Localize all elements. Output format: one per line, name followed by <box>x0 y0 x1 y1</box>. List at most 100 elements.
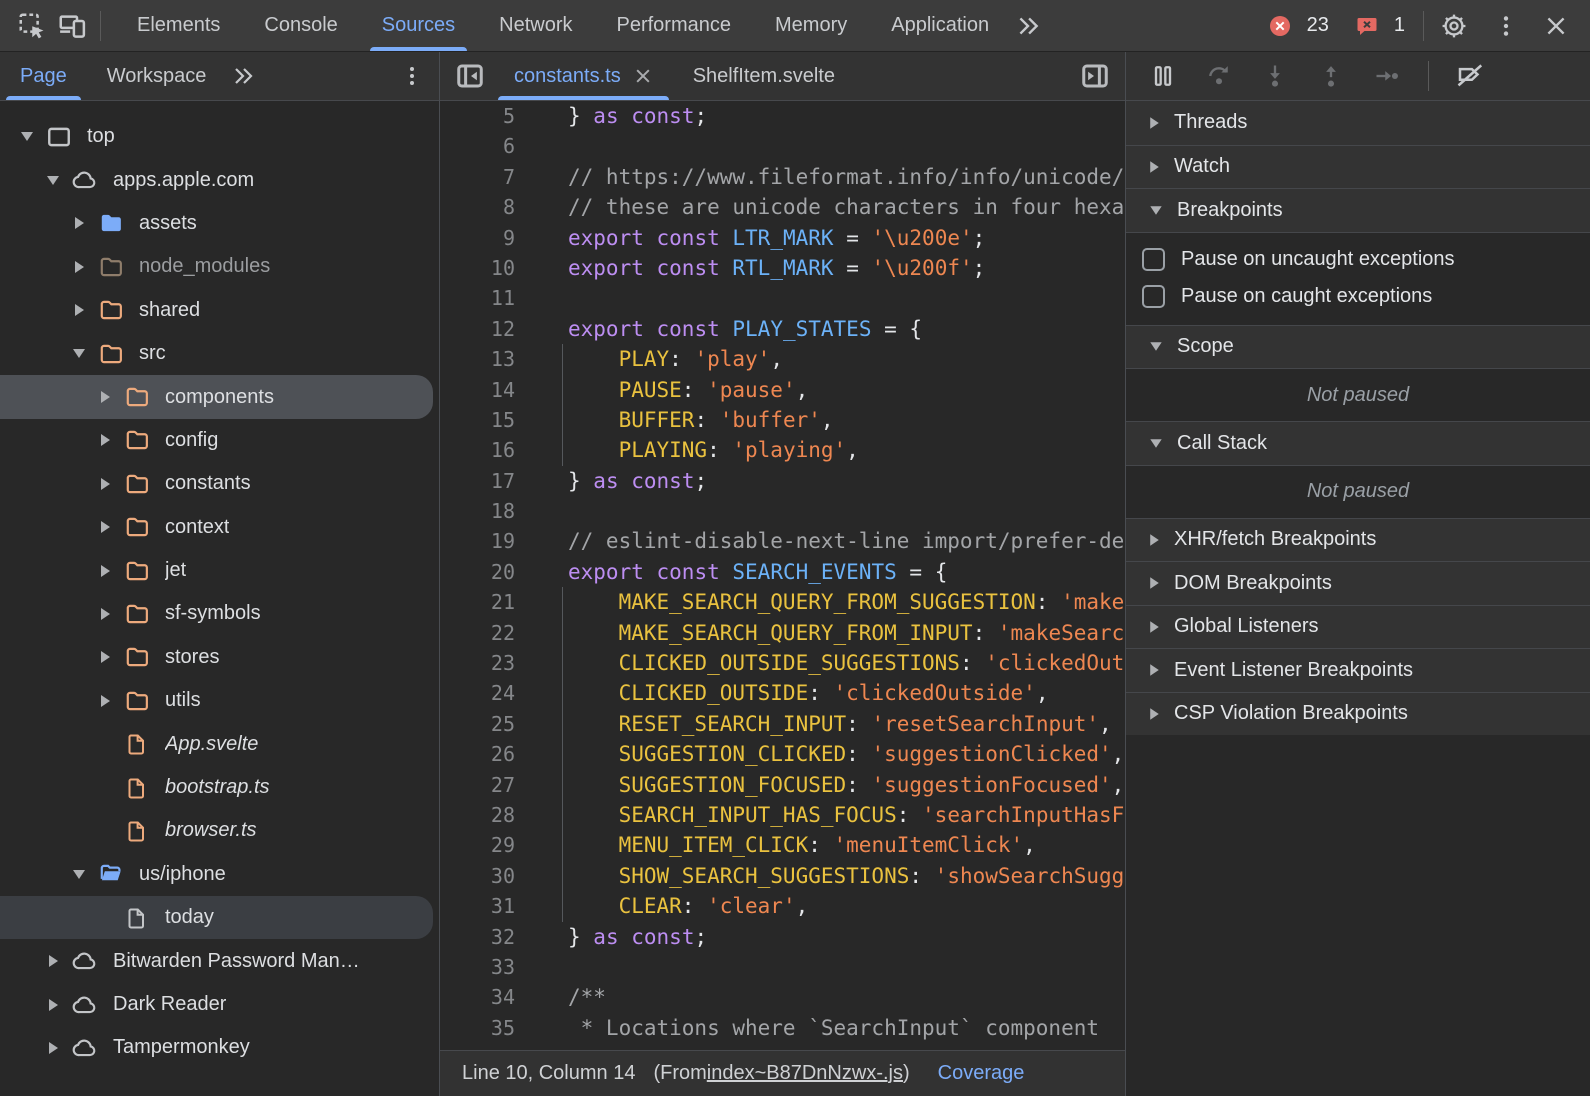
line-number[interactable]: 32 <box>440 922 515 952</box>
line-number[interactable]: 34 <box>440 982 515 1012</box>
expand-arrow[interactable] <box>16 132 38 141</box>
checkbox-unchecked[interactable] <box>1142 248 1165 271</box>
line-number[interactable]: 30 <box>440 861 515 891</box>
tree-item-assets[interactable]: assets <box>0 202 439 245</box>
line-number[interactable]: 29 <box>440 830 515 860</box>
expand-arrow[interactable] <box>94 608 116 620</box>
expand-arrow[interactable] <box>68 304 90 316</box>
expand-arrow[interactable] <box>42 176 64 185</box>
tree-item-utils[interactable]: utils <box>0 679 439 722</box>
expand-arrow[interactable] <box>68 349 90 358</box>
more-panels-icon[interactable] <box>1011 6 1045 46</box>
editor-tab-shelfitem-svelte[interactable]: ShelfItem.svelte <box>673 52 855 100</box>
section-header-dom-breakpoints[interactable]: DOM Breakpoints <box>1126 561 1590 605</box>
coverage-link[interactable]: Coverage <box>938 1062 1025 1085</box>
pause-icon[interactable] <box>1148 61 1178 91</box>
tree-item-node-modules[interactable]: node_modules <box>0 245 439 288</box>
tree-item-app-svelte[interactable]: App.svelte <box>0 722 439 765</box>
tab-memory[interactable]: Memory <box>753 0 869 51</box>
line-number[interactable]: 7 <box>440 162 515 192</box>
line-number[interactable]: 9 <box>440 223 515 253</box>
section-header-xhr-fetch-breakpoints[interactable]: XHR/fetch Breakpoints <box>1126 518 1590 562</box>
tree-item-today[interactable]: today <box>0 896 433 939</box>
expand-arrow[interactable] <box>42 955 64 967</box>
tree-item-bootstrap-ts[interactable]: bootstrap.ts <box>0 766 439 809</box>
tree-item-bitwarden-password-man[interactable]: Bitwarden Password Man… <box>0 939 439 982</box>
expand-arrow[interactable] <box>68 870 90 879</box>
tree-item-sf-symbols[interactable]: sf-symbols <box>0 592 439 635</box>
expand-arrow[interactable] <box>94 391 116 403</box>
tab-network[interactable]: Network <box>477 0 594 51</box>
expand-arrow[interactable] <box>42 999 64 1011</box>
tree-item-config[interactable]: config <box>0 419 439 462</box>
step-out-icon[interactable] <box>1316 61 1346 91</box>
tree-item-apps-apple-com[interactable]: apps.apple.com <box>0 158 439 201</box>
console-error-badge[interactable]: 23 <box>1260 6 1329 46</box>
tree-item-components[interactable]: components <box>0 375 433 418</box>
tab-performance[interactable]: Performance <box>595 0 754 51</box>
line-number[interactable]: 23 <box>440 648 515 678</box>
line-number[interactable]: 10 <box>440 253 515 283</box>
line-number[interactable]: 24 <box>440 678 515 708</box>
section-header-global-listeners[interactable]: Global Listeners <box>1126 605 1590 649</box>
line-number[interactable]: 22 <box>440 618 515 648</box>
line-number[interactable]: 17 <box>440 466 515 496</box>
line-number[interactable]: 8 <box>440 192 515 222</box>
line-number[interactable]: 25 <box>440 709 515 739</box>
sourcemap-file-link[interactable]: index~B87DnNzwx-.js <box>707 1062 903 1085</box>
line-number[interactable]: 33 <box>440 952 515 982</box>
line-number[interactable]: 6 <box>440 131 515 161</box>
tree-item-jet[interactable]: jet <box>0 549 439 592</box>
tree-item-us-iphone[interactable]: us/iphone <box>0 853 439 896</box>
line-number[interactable]: 12 <box>440 314 515 344</box>
tab-sources[interactable]: Sources <box>360 0 477 51</box>
line-number[interactable]: 35 <box>440 1013 515 1043</box>
line-number[interactable]: 14 <box>440 375 515 405</box>
line-number[interactable]: 13 <box>440 344 515 374</box>
line-number[interactable]: 20 <box>440 557 515 587</box>
line-number[interactable]: 19 <box>440 526 515 556</box>
tab-console[interactable]: Console <box>242 0 359 51</box>
section-header-threads[interactable]: Threads <box>1126 101 1590 145</box>
close-tab-icon[interactable] <box>633 66 653 86</box>
tree-item-shared[interactable]: shared <box>0 289 439 332</box>
tree-item-src[interactable]: src <box>0 332 439 375</box>
line-number[interactable]: 15 <box>440 405 515 435</box>
deactivate-breakpoints-icon[interactable] <box>1455 61 1485 91</box>
inspect-element-icon[interactable] <box>12 6 52 46</box>
line-number[interactable]: 27 <box>440 770 515 800</box>
expand-arrow[interactable] <box>94 651 116 663</box>
tree-item-context[interactable]: context <box>0 506 439 549</box>
expand-arrow[interactable] <box>42 1042 64 1054</box>
issues-badge[interactable]: 1 <box>1347 6 1405 46</box>
tree-item-constants[interactable]: constants <box>0 462 439 505</box>
line-number[interactable]: 28 <box>440 800 515 830</box>
tree-item-stores[interactable]: stores <box>0 636 439 679</box>
step-icon[interactable] <box>1372 61 1402 91</box>
tree-item-browser-ts[interactable]: browser.ts <box>0 809 439 852</box>
expand-arrow[interactable] <box>94 434 116 446</box>
line-number[interactable]: 11 <box>440 283 515 313</box>
expand-arrow[interactable] <box>94 695 116 707</box>
section-header-scope[interactable]: Scope <box>1126 325 1590 369</box>
line-number[interactable]: 5 <box>440 101 515 131</box>
expand-arrow[interactable] <box>94 521 116 533</box>
kebab-menu-icon[interactable] <box>1486 6 1526 46</box>
navigator-kebab-menu-icon[interactable] <box>395 59 429 93</box>
editor-tab-constants-ts[interactable]: constants.ts <box>494 52 673 100</box>
step-into-icon[interactable] <box>1260 61 1290 91</box>
pause-option-pause-on-caught-exceptions[interactable]: Pause on caught exceptions <box>1126 278 1590 315</box>
expand-arrow[interactable] <box>94 565 116 577</box>
settings-gear-icon[interactable] <box>1434 6 1474 46</box>
hide-navigator-icon[interactable] <box>452 58 488 94</box>
tab-elements[interactable]: Elements <box>115 0 242 51</box>
navigator-tab-page[interactable]: Page <box>0 52 87 100</box>
line-number[interactable]: 21 <box>440 587 515 617</box>
section-header-watch[interactable]: Watch <box>1126 145 1590 189</box>
tree-item-top[interactable]: top <box>0 115 439 158</box>
expand-arrow[interactable] <box>68 261 90 273</box>
line-number[interactable]: 31 <box>440 891 515 921</box>
line-number[interactable]: 26 <box>440 739 515 769</box>
show-debugger-sidebar-icon[interactable] <box>1077 58 1113 94</box>
section-header-call-stack[interactable]: Call Stack <box>1126 421 1590 465</box>
